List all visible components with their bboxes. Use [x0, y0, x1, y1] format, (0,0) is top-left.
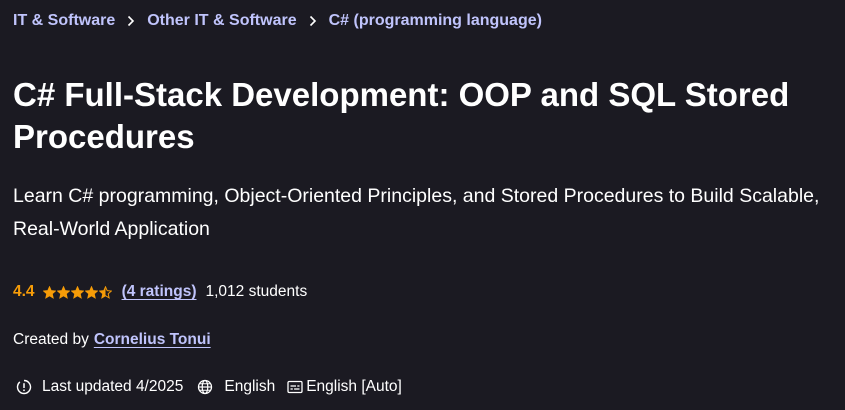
star-icon: [84, 285, 98, 299]
star-icon: [70, 285, 84, 299]
globe-icon: [197, 379, 213, 395]
course-meta-row: Last updated 4/2025 English English [Aut…: [13, 376, 402, 398]
course-subtitle: Learn C# programming, Object-Oriented Pr…: [13, 185, 820, 240]
course-title: C# Full-Stack Development: OOP and SQL S…: [13, 76, 790, 155]
created-by-row: Created by Cornelius Tonui: [13, 329, 211, 351]
rating-value: 4.4: [13, 283, 35, 300]
star-icon: [56, 285, 70, 299]
star-icon: [42, 285, 56, 299]
ratings-count-link[interactable]: (4 ratings): [122, 283, 197, 301]
alert-clock-icon: [16, 379, 32, 395]
instructor-link[interactable]: Cornelius Tonui: [94, 331, 211, 349]
breadcrumb-it-software[interactable]: IT & Software: [13, 12, 115, 30]
breadcrumb-other-it-software[interactable]: Other IT & Software: [147, 12, 296, 30]
chevron-right-icon: [127, 15, 135, 27]
course-header: IT & Software Other IT & Software C# (pr…: [13, 0, 833, 410]
student-count: 1,012 students: [205, 283, 308, 300]
last-updated: Last updated 4/2025: [13, 378, 183, 396]
created-by-label: Created by: [13, 331, 89, 348]
course-language: English: [197, 378, 275, 396]
language-text: English: [224, 378, 276, 395]
course-captions: English [Auto]: [287, 378, 402, 396]
breadcrumb: IT & Software Other IT & Software C# (pr…: [13, 10, 542, 32]
closed-captions-icon: [287, 380, 303, 394]
captions-text: English [Auto]: [306, 378, 402, 395]
last-updated-text: Last updated 4/2025: [42, 378, 184, 395]
star-icon: [98, 285, 112, 299]
breadcrumb-csharp[interactable]: C# (programming language): [329, 12, 542, 30]
star-rating: [42, 285, 112, 299]
rating-row: 4.4 (4 ratings) 1,012 students: [13, 281, 307, 303]
chevron-right-icon: [309, 15, 317, 27]
